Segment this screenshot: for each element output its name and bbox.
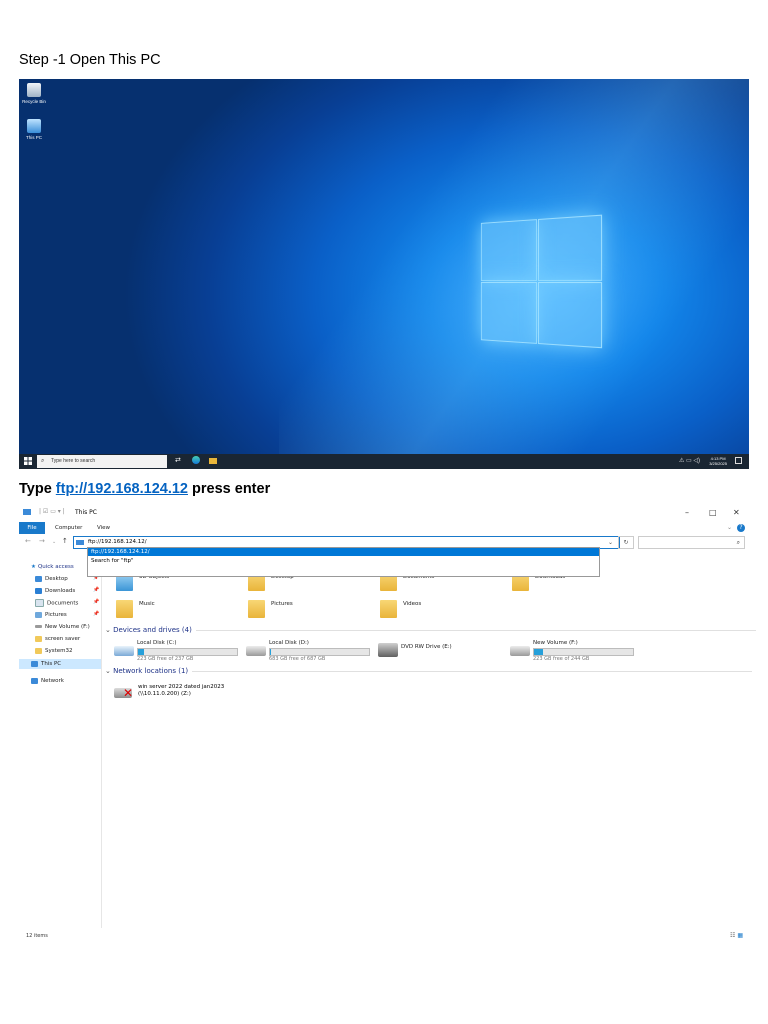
ftp-link[interactable]: ftp://192.168.124.12 (56, 481, 188, 497)
recycle-bin-icon (27, 83, 41, 97)
system-drive-icon (114, 646, 134, 656)
nav-item-pictures[interactable]: Pictures (35, 611, 67, 619)
star-icon: ★ (31, 564, 36, 570)
details-view-icon[interactable]: ☷ (730, 932, 735, 939)
notification-icon[interactable] (735, 457, 742, 464)
quick-access-toolbar-icons[interactable]: | ☑ ▭ ▾ | (39, 508, 65, 515)
search-icon: ⌕ (41, 458, 45, 464)
nav-item-desktop[interactable]: Desktop (35, 575, 68, 583)
music-folder-icon (116, 600, 133, 618)
help-icon[interactable]: ? (737, 524, 745, 532)
suggestion-search-ftp[interactable]: Search for "ftp" (88, 557, 134, 565)
desktop-screenshot: Recycle Bin This PC ⌕ Type here to searc… (19, 79, 749, 469)
this-pc-label: This PC (25, 135, 42, 140)
task-view-icon[interactable]: ⇄ (175, 456, 181, 464)
chevron-down-icon: ⌄ (105, 667, 111, 675)
drive-icon (510, 646, 530, 656)
computer-icon (31, 660, 38, 667)
nav-quick-access[interactable]: ★ Quick access (31, 563, 74, 571)
pin-icon[interactable]: 📌 (93, 611, 99, 617)
nav-item-downloads[interactable]: Downloads (35, 587, 75, 595)
address-pc-icon (76, 540, 84, 545)
desktop-icon (35, 575, 42, 582)
this-pc-small-icon (23, 509, 31, 515)
network-icon (31, 677, 38, 684)
address-suggestions: ftp://192.168.124.12/ Search for "ftp" (87, 547, 600, 577)
suggestion-ftp-url[interactable]: ftp://192.168.124.12/ (88, 548, 599, 556)
up-button[interactable]: ↑ (62, 537, 68, 545)
window-title: This PC (75, 509, 97, 516)
system-tray-icons[interactable]: ⚠ ▭ ◁) (679, 457, 700, 464)
edge-browser-icon[interactable] (192, 456, 200, 464)
dvd-drive-icon (378, 643, 398, 657)
pictures-folder-icon (248, 600, 265, 618)
title-bar: | ☑ ▭ ▾ | This PC – □ ✕ (19, 506, 749, 522)
pictures-icon (35, 611, 42, 618)
maximize-button[interactable]: □ (709, 508, 717, 517)
view-toggle-buttons[interactable]: ☷ ▦ (730, 932, 743, 939)
drive-usage-bar (269, 648, 370, 656)
taskbar-clock[interactable]: 4:13 PM 3/25/2025 (709, 456, 727, 466)
folder-icon (35, 635, 42, 642)
chevron-down-icon: ⌄ (105, 626, 111, 634)
drive-icon (246, 646, 266, 656)
nav-network[interactable]: Network (31, 677, 64, 685)
folder-icon (35, 647, 42, 654)
network-location-z[interactable]: ✕ win server 2022 dated jan2023 (\\10.11… (114, 684, 254, 704)
ribbon-tabs: File Computer View ⌄ ? (19, 522, 749, 534)
devices-section-header[interactable]: ⌄ Devices and drives (4) (105, 626, 756, 634)
tab-computer[interactable]: Computer (55, 522, 82, 534)
drive-icon (35, 625, 42, 628)
step2-heading: Type ftp://192.168.124.12 press enter (19, 481, 270, 497)
usage-fill (138, 649, 144, 655)
ribbon-expand-icon[interactable]: ⌄ (727, 524, 732, 531)
nav-item-system32[interactable]: System32 (35, 647, 73, 655)
download-icon (35, 587, 42, 594)
step1-heading: Step -1 Open This PC (19, 52, 161, 68)
address-dropdown-icon[interactable]: ⌄ (608, 537, 613, 548)
nav-item-new-volume[interactable]: New Volume (F:) (35, 623, 90, 631)
disconnected-x-icon: ✕ (123, 686, 134, 700)
this-pc-desktop-icon[interactable]: This PC (19, 119, 49, 140)
computer-icon (27, 119, 41, 133)
clock-date: 3/25/2025 (709, 461, 727, 466)
usage-fill (534, 649, 543, 655)
file-explorer-window: | ☑ ▭ ▾ | This PC – □ ✕ File Computer Vi… (19, 506, 756, 942)
large-icons-view-icon[interactable]: ▦ (737, 932, 743, 939)
pin-icon[interactable]: 📌 (93, 587, 99, 593)
document-icon (35, 599, 44, 607)
pin-icon[interactable]: 📌 (93, 599, 99, 605)
minimize-button[interactable]: – (685, 508, 689, 517)
refresh-button[interactable]: ↻ (618, 536, 634, 549)
windows-logo-wallpaper (480, 214, 603, 351)
nav-item-documents[interactable]: Documents (35, 599, 78, 608)
recycle-bin-desktop-icon[interactable]: Recycle Bin (19, 83, 49, 104)
file-explorer-taskbar-icon[interactable] (209, 458, 217, 464)
drive-usage-bar (137, 648, 238, 656)
step2-prefix: Type (19, 481, 56, 497)
network-section-header[interactable]: ⌄ Network locations (1) (105, 667, 753, 675)
tab-view[interactable]: View (97, 522, 110, 534)
nav-this-pc[interactable]: This PC (19, 659, 101, 669)
navigation-pane: ★ Quick access Desktop 📌 Downloads 📌 Docu… (19, 558, 102, 928)
taskbar: ⌕ Type here to search ⇄ ⚠ ▭ ◁) 4:13 PM 3… (19, 454, 749, 469)
search-icon: ⌕ (736, 539, 740, 546)
taskbar-search-placeholder: Type here to search (51, 458, 96, 464)
usage-fill (270, 649, 271, 655)
back-button[interactable]: ← (25, 537, 31, 545)
status-bar-count: 12 items (26, 933, 48, 939)
recent-locations-button[interactable]: ⌄ (52, 539, 56, 545)
windows-start-icon[interactable] (24, 457, 32, 465)
search-input[interactable]: ⌕ (638, 536, 745, 549)
forward-button[interactable]: → (39, 537, 45, 545)
drive-usage-bar (533, 648, 634, 656)
step2-suffix: press enter (188, 481, 271, 497)
recycle-bin-label: Recycle Bin (22, 99, 46, 104)
tab-file[interactable]: File (19, 522, 45, 534)
videos-folder-icon (380, 600, 397, 618)
close-button[interactable]: ✕ (733, 508, 740, 517)
nav-item-screen-saver[interactable]: screen saver (35, 635, 80, 643)
taskbar-search-box[interactable]: ⌕ Type here to search (37, 455, 167, 468)
